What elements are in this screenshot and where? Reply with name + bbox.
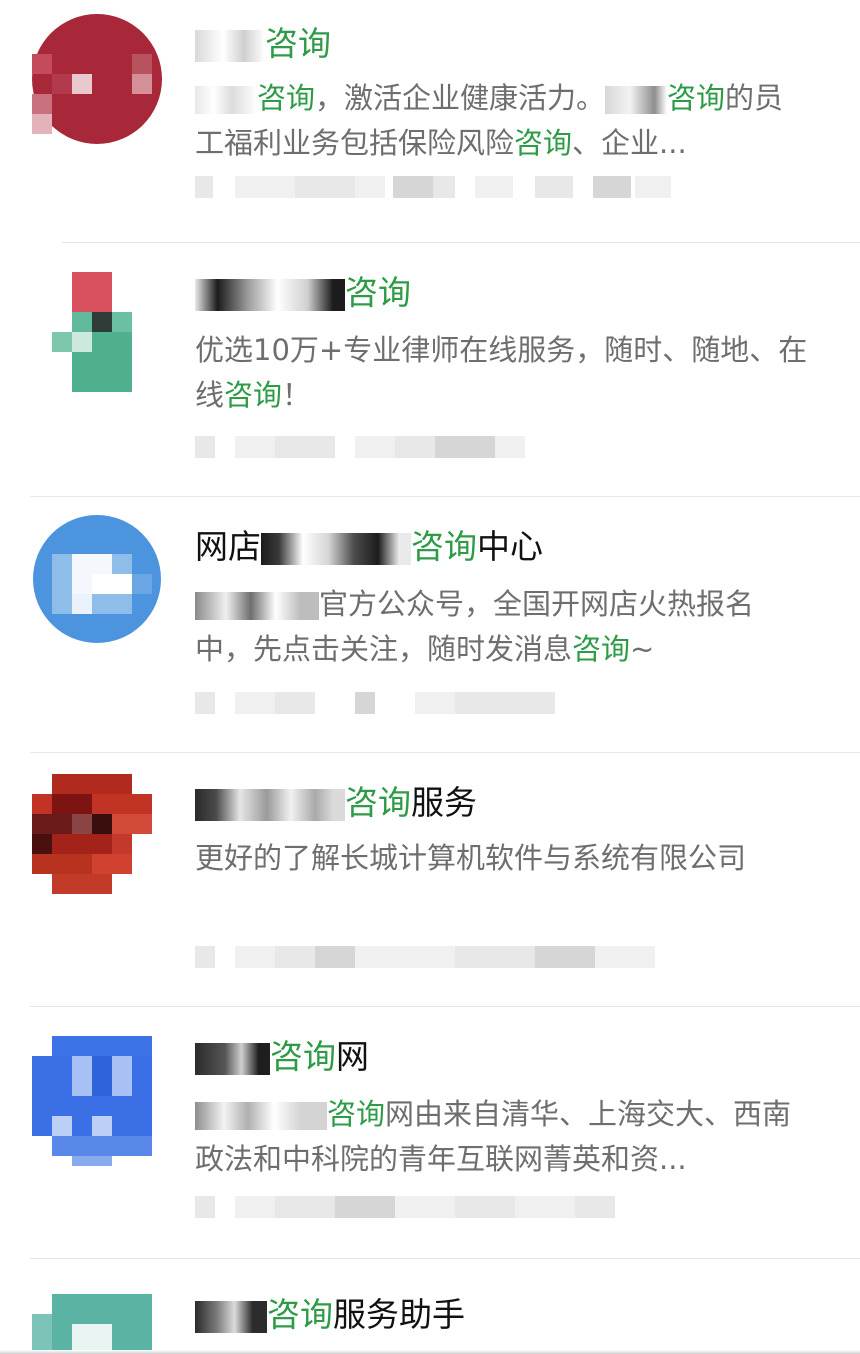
result-item[interactable]: 咨询 优选10万+专业律师在线服务，随时、随地、在线咨询！ [0,242,860,496]
result-item[interactable]: 咨询 咨询，激活企业健康活力。 咨询的员工福利业务包括保险风险咨询、企业... [0,0,860,242]
result-title[interactable]: 网店 咨询中心 [195,524,543,570]
divider [30,1258,860,1259]
divider [30,496,860,497]
result-item[interactable]: 咨询网 咨询网由来自清华、上海交大、西南政法和中科院的青年互联网菁英和资... [0,1006,860,1258]
title-keyword: 咨询 [265,24,331,63]
result-description: 更好的了解长城计算机软件与系统有限公司 [195,841,747,875]
result-meta-blurred [195,692,675,714]
title-keyword: 咨询 [270,1037,336,1076]
result-meta-blurred [195,176,675,198]
result-meta-blurred [195,1196,675,1218]
result-item[interactable]: 网店 咨询中心 官方公众号，全国开网店火热报名中，先点击关注，随时发消息咨询~ [0,496,860,752]
result-title[interactable]: 咨询 [195,21,331,67]
account-avatar[interactable] [32,514,162,644]
account-avatar[interactable] [32,14,162,144]
result-item[interactable]: 咨询服务 更好的了解长城计算机软件与系统有限公司 [0,752,860,1006]
divider [62,242,860,243]
account-avatar[interactable] [32,1036,162,1166]
result-title[interactable]: 咨询服务助手 [195,1292,465,1338]
bottom-edge-shadow [0,1350,860,1354]
title-keyword: 咨询 [345,273,411,312]
result-item[interactable]: 咨询服务助手 [0,1258,860,1354]
title-keyword: 咨询 [411,527,477,566]
result-meta-blurred [195,436,675,458]
account-avatar[interactable] [32,272,162,402]
result-description: 咨询，激活企业健康活力。 咨询的员工福利业务包括保险风险咨询、企业... [195,81,784,160]
search-results-list: 咨询 咨询，激活企业健康活力。咨询的员工福利业务包括保险风险咨询、企业... [0,0,860,1354]
result-title[interactable]: 咨询 [195,270,411,316]
title-keyword: 咨询 [267,1295,333,1334]
account-avatar[interactable] [32,1294,162,1354]
account-avatar[interactable] [32,774,162,904]
result-title[interactable]: 咨询服务 [195,780,477,826]
divider [30,1006,860,1007]
result-description: 优选10万+专业律师在线服务，随时、随地、在线咨询！ [195,333,808,412]
result-title[interactable]: 咨询网 [195,1034,369,1080]
result-description: 咨询网由来自清华、上海交大、西南政法和中科院的青年互联网菁英和资... [195,1097,792,1176]
divider [30,752,860,753]
result-description: 官方公众号，全国开网店火热报名中，先点击关注，随时发消息咨询~ [195,587,755,666]
title-keyword: 咨询 [345,783,411,822]
result-meta-blurred [195,946,675,968]
